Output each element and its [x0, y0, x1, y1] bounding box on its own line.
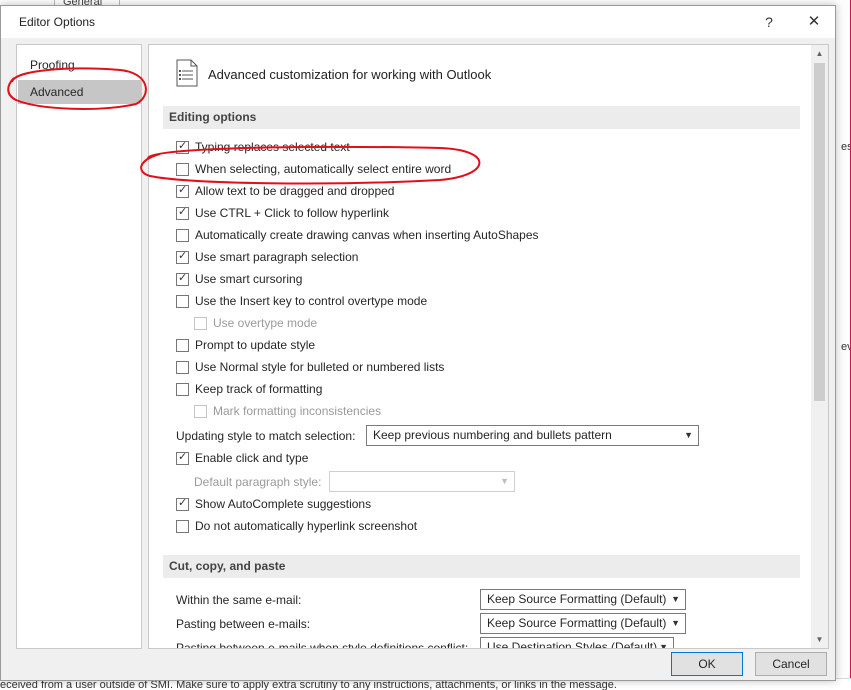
checkbox-box [176, 294, 189, 308]
chevron-down-icon: ▼ [671, 618, 680, 628]
editor-options-dialog: Editor Options ? ✕ Proofing Advanced Adv… [0, 5, 836, 681]
option-checkbox[interactable]: Use overtype mode [194, 314, 317, 332]
option-label: Keep track of formatting [195, 382, 323, 396]
option-checkbox[interactable]: Allow text to be dragged and dropped [176, 182, 394, 200]
paste-row-value: Keep Source Formatting (Default) [487, 592, 667, 606]
checkbox-box [176, 519, 189, 533]
paste-row-label: Within the same e-mail: [176, 593, 302, 607]
option-label: Mark formatting inconsistencies [213, 404, 382, 418]
paste-conflict-select[interactable]: Use Destination Styles (Default) ▼ [480, 637, 674, 649]
show-autocomplete-checkbox[interactable]: Show AutoComplete suggestions [176, 495, 371, 513]
no-auto-hyperlink-checkbox[interactable]: Do not automatically hyperlink screensho… [176, 517, 417, 535]
option-label: Use the Insert key to control overtype m… [195, 294, 428, 308]
cancel-button[interactable]: Cancel [755, 652, 827, 676]
option-label: Use smart cursoring [195, 272, 303, 286]
scroll-thumb[interactable] [814, 63, 825, 401]
checkbox-box [176, 205, 189, 220]
option-label: Typing replaces selected text [195, 140, 350, 154]
advanced-options-panel: Advanced customization for working with … [148, 44, 829, 649]
option-checkbox[interactable]: Use the Insert key to control overtype m… [176, 292, 427, 310]
option-label: Automatically create drawing canvas when… [195, 228, 539, 242]
option-label: Prompt to update style [195, 338, 316, 352]
nav-item-advanced[interactable]: Advanced [18, 80, 141, 104]
option-checkbox[interactable]: When selecting, automatically select ent… [176, 160, 451, 178]
option-label: Use smart paragraph selection [195, 250, 359, 264]
option-checkbox[interactable]: Typing replaces selected text [176, 138, 350, 156]
option-checkbox[interactable]: Automatically create drawing canvas when… [176, 226, 539, 244]
show-autocomplete-label: Show AutoComplete suggestions [195, 497, 372, 511]
option-checkbox[interactable]: Use smart paragraph selection [176, 248, 358, 266]
option-checkbox[interactable]: Keep track of formatting [176, 380, 322, 398]
paste-row-label: Pasting between e-mails: [176, 617, 311, 631]
chevron-down-icon: ▼ [671, 594, 680, 604]
option-label: When selecting, automatically select ent… [195, 162, 452, 176]
options-nav: Proofing Advanced [16, 44, 142, 649]
paste-row-label: Pasting between e-mails when style defin… [176, 641, 469, 649]
close-button[interactable]: ✕ [799, 10, 829, 34]
option-checkbox[interactable]: Prompt to update style [176, 336, 315, 354]
ok-button[interactable]: OK [671, 652, 743, 676]
checkbox-box [176, 360, 189, 374]
section-editing-options: Editing options [163, 106, 800, 129]
dialog-title: Editor Options [19, 15, 96, 29]
enable-click-type-label: Enable click and type [195, 451, 309, 465]
options-page-icon [176, 59, 198, 87]
default-paragraph-select[interactable]: ▼ [329, 471, 515, 492]
updating-style-value: Keep previous numbering and bullets patt… [373, 428, 612, 442]
checkbox-box [176, 450, 189, 465]
checkbox-box [176, 139, 189, 154]
paste-row-value: Keep Source Formatting (Default) [487, 616, 667, 630]
checkbox-box [176, 249, 189, 264]
help-button[interactable]: ? [756, 10, 782, 34]
option-checkbox[interactable]: Use smart cursoring [176, 270, 302, 288]
checkbox-box [176, 228, 189, 242]
checkbox-box [194, 316, 207, 330]
updating-style-select[interactable]: Keep previous numbering and bullets patt… [366, 425, 699, 446]
section-cut-copy-paste: Cut, copy, and paste [163, 555, 800, 578]
paste-between-emails-select[interactable]: Keep Source Formatting (Default) ▼ [480, 613, 686, 634]
checkbox-box [194, 404, 207, 418]
chevron-down-icon: ▼ [659, 642, 668, 649]
scroll-down-arrow-icon[interactable]: ▼ [811, 631, 828, 648]
option-label: Use CTRL + Click to follow hyperlink [195, 206, 389, 220]
checkbox-box [176, 382, 189, 396]
option-checkbox[interactable]: Use Normal style for bulleted or numbere… [176, 358, 444, 376]
paste-row-value: Use Destination Styles (Default) [487, 640, 658, 649]
option-checkbox[interactable]: Mark formatting inconsistencies [194, 402, 381, 420]
option-label: Use overtype mode [213, 316, 318, 330]
panel-header: Advanced customization for working with … [208, 67, 492, 82]
paste-within-email-select[interactable]: Keep Source Formatting (Default) ▼ [480, 589, 686, 610]
enable-click-type-checkbox[interactable]: Enable click and type [176, 449, 308, 467]
checkbox-box [176, 496, 189, 511]
updating-style-label: Updating style to match selection: [176, 429, 356, 443]
checkbox-box [176, 338, 189, 352]
option-label: Use Normal style for bulleted or numbere… [195, 360, 445, 374]
checkbox-box [176, 162, 189, 176]
no-auto-hyperlink-label: Do not automatically hyperlink screensho… [195, 519, 418, 533]
chevron-down-icon: ▼ [684, 430, 693, 440]
panel-scrollbar[interactable]: ▲ ▼ [811, 45, 828, 648]
scroll-up-arrow-icon[interactable]: ▲ [811, 45, 828, 62]
chevron-down-icon: ▼ [500, 476, 509, 486]
default-paragraph-label: Default paragraph style: [194, 475, 322, 489]
dialog-titlebar: Editor Options ? ✕ [1, 6, 835, 38]
option-label: Allow text to be dragged and dropped [195, 184, 395, 198]
checkbox-box [176, 271, 189, 286]
option-checkbox[interactable]: Use CTRL + Click to follow hyperlink [176, 204, 389, 222]
nav-item-proofing[interactable]: Proofing [18, 53, 141, 77]
checkbox-box [176, 183, 189, 198]
